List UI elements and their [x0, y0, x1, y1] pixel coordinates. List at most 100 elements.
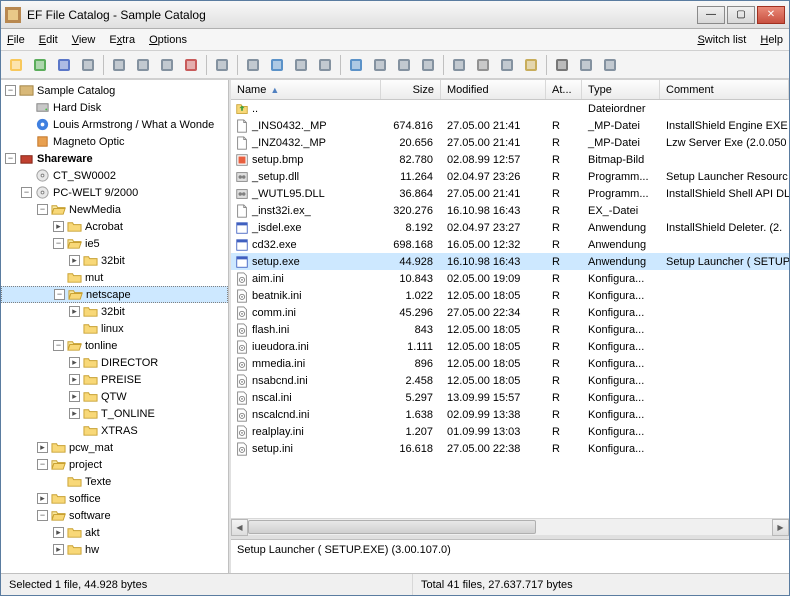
tree-item[interactable]: Magneto Optic: [1, 133, 228, 150]
tree-item[interactable]: ▸PREISE: [1, 371, 228, 388]
toolbar-undo-button[interactable]: [448, 54, 470, 76]
tree-item[interactable]: −PC-WELT 9/2000: [1, 184, 228, 201]
toolbar-add-media-button[interactable]: [108, 54, 130, 76]
tree-item[interactable]: −software: [1, 507, 228, 524]
col-type[interactable]: Type: [582, 80, 660, 99]
menu-options[interactable]: Options: [149, 34, 187, 46]
file-list[interactable]: Name▲ Size Modified At... Type Comment .…: [231, 80, 789, 518]
toolbar-cut-button[interactable]: [472, 54, 494, 76]
toolbar-save-button[interactable]: [53, 54, 75, 76]
file-row[interactable]: realplay.ini1.20701.09.99 13:03RKonfigur…: [231, 423, 789, 440]
minimize-button[interactable]: —: [697, 6, 725, 24]
tree-item[interactable]: −ie5: [1, 235, 228, 252]
tree-item[interactable]: −netscape: [1, 286, 228, 303]
file-row[interactable]: _isdel.exe8.19202.04.97 23:27RAnwendungI…: [231, 219, 789, 236]
toolbar-new-button[interactable]: [5, 54, 27, 76]
toolbar-check-list-button[interactable]: [417, 54, 439, 76]
col-name[interactable]: Name▲: [231, 80, 381, 99]
expand-icon[interactable]: ▸: [53, 544, 64, 555]
collapse-icon[interactable]: −: [5, 153, 16, 164]
file-row[interactable]: aim.ini10.84302.05.00 19:09RKonfigura...: [231, 270, 789, 287]
expand-icon[interactable]: ▸: [69, 357, 80, 368]
file-row[interactable]: nscal.ini5.29713.09.99 15:57RKonfigura..…: [231, 389, 789, 406]
file-row[interactable]: _INS0432._MP674.81627.05.00 21:41R_MP-Da…: [231, 117, 789, 134]
tree-item[interactable]: ▸hw: [1, 541, 228, 558]
toolbar-view-button[interactable]: [575, 54, 597, 76]
toolbar-props-button[interactable]: [314, 54, 336, 76]
menu-help[interactable]: Help: [760, 34, 783, 46]
tree-item[interactable]: ▸32bit: [1, 252, 228, 269]
scroll-right-arrow[interactable]: ▶: [772, 519, 789, 536]
expand-icon[interactable]: ▸: [69, 391, 80, 402]
tree-item[interactable]: ▸pcw_mat: [1, 439, 228, 456]
col-size[interactable]: Size: [381, 80, 441, 99]
col-comment[interactable]: Comment: [660, 80, 789, 99]
toolbar-search-button[interactable]: [345, 54, 367, 76]
horizontal-scrollbar[interactable]: ◀ ▶: [231, 518, 789, 535]
expand-icon[interactable]: ▸: [69, 374, 80, 385]
toolbar-refresh-button[interactable]: [156, 54, 178, 76]
file-row[interactable]: _INZ0432._MP20.65627.05.00 21:41R_MP-Dat…: [231, 134, 789, 151]
tree-item[interactable]: ▸DIRECTOR: [1, 354, 228, 371]
toolbar-paste-button[interactable]: [520, 54, 542, 76]
file-row[interactable]: setup.ini16.61827.05.00 22:38RKonfigura.…: [231, 440, 789, 457]
tree-item[interactable]: ▸akt: [1, 524, 228, 541]
menu-extra[interactable]: Extra: [109, 34, 135, 46]
toolbar-open-button[interactable]: [29, 54, 51, 76]
scroll-thumb[interactable]: [248, 520, 536, 534]
menu-edit[interactable]: Edit: [39, 34, 58, 46]
tree-item[interactable]: ▸soffice: [1, 490, 228, 507]
tree-item[interactable]: ▸T_ONLINE: [1, 405, 228, 422]
file-row[interactable]: mmedia.ini89612.05.00 18:05RKonfigura...: [231, 355, 789, 372]
file-row[interactable]: _WUTL95.DLL36.86427.05.00 21:41RProgramm…: [231, 185, 789, 202]
file-row[interactable]: _setup.dll11.26402.04.97 23:26RProgramm.…: [231, 168, 789, 185]
expand-icon[interactable]: ▸: [37, 493, 48, 504]
tree-item[interactable]: Louis Armstrong / What a Wonde: [1, 116, 228, 133]
toolbar-rename-button[interactable]: [211, 54, 233, 76]
toolbar-delete-button[interactable]: [180, 54, 202, 76]
tree-item[interactable]: linux: [1, 320, 228, 337]
collapse-icon[interactable]: −: [21, 187, 32, 198]
tree-item[interactable]: −tonline: [1, 337, 228, 354]
expand-icon[interactable]: ▸: [69, 408, 80, 419]
toolbar-copy2-button[interactable]: [496, 54, 518, 76]
scroll-left-arrow[interactable]: ◀: [231, 519, 248, 536]
toolbar-edit-button[interactable]: [290, 54, 312, 76]
toolbar-folder-up-button[interactable]: [242, 54, 264, 76]
collapse-icon[interactable]: −: [5, 85, 16, 96]
maximize-button[interactable]: ▢: [727, 6, 755, 24]
file-row[interactable]: setup.bmp82.78002.08.99 12:57RBitmap-Bil…: [231, 151, 789, 168]
tree-item[interactable]: −Sample Catalog: [1, 82, 228, 99]
collapse-icon[interactable]: −: [37, 204, 48, 215]
file-row[interactable]: _inst32i.ex_320.27616.10.98 16:43REX_-Da…: [231, 202, 789, 219]
close-button[interactable]: ✕: [757, 6, 785, 24]
toolbar-media2-button[interactable]: [132, 54, 154, 76]
tree-item[interactable]: CT_SW0002: [1, 167, 228, 184]
file-row[interactable]: beatnik.ini1.02212.05.00 18:05RKonfigura…: [231, 287, 789, 304]
tree-item[interactable]: XTRAS: [1, 422, 228, 439]
expand-icon[interactable]: ▸: [37, 442, 48, 453]
col-attr[interactable]: At...: [546, 80, 582, 99]
expand-icon[interactable]: ▸: [69, 306, 80, 317]
tree-item[interactable]: −NewMedia: [1, 201, 228, 218]
menu-view[interactable]: View: [72, 34, 96, 46]
parent-dir-row[interactable]: ..Dateiordner: [231, 100, 789, 117]
menu-file[interactable]: File: [7, 34, 25, 46]
tree-item[interactable]: −Shareware: [1, 150, 228, 167]
collapse-icon[interactable]: −: [37, 459, 48, 470]
collapse-icon[interactable]: −: [54, 289, 65, 300]
tree-item[interactable]: ▸32bit: [1, 303, 228, 320]
collapse-icon[interactable]: −: [37, 510, 48, 521]
toolbar-copy-button[interactable]: [266, 54, 288, 76]
expand-icon[interactable]: ▸: [53, 527, 64, 538]
toolbar-check-button[interactable]: [393, 54, 415, 76]
collapse-icon[interactable]: −: [53, 238, 64, 249]
file-row[interactable]: flash.ini84312.05.00 18:05RKonfigura...: [231, 321, 789, 338]
tree-pane[interactable]: −Sample CatalogHard DiskLouis Armstrong …: [1, 80, 229, 573]
file-row[interactable]: nscalcnd.ini1.63802.09.99 13:38RKonfigur…: [231, 406, 789, 423]
tree-item[interactable]: mut: [1, 269, 228, 286]
menu-switch-list[interactable]: Switch list: [697, 34, 746, 46]
tree-item[interactable]: ▸Acrobat: [1, 218, 228, 235]
toolbar-layout-button[interactable]: [599, 54, 621, 76]
file-row[interactable]: setup.exe44.92816.10.98 16:43RAnwendungS…: [231, 253, 789, 270]
